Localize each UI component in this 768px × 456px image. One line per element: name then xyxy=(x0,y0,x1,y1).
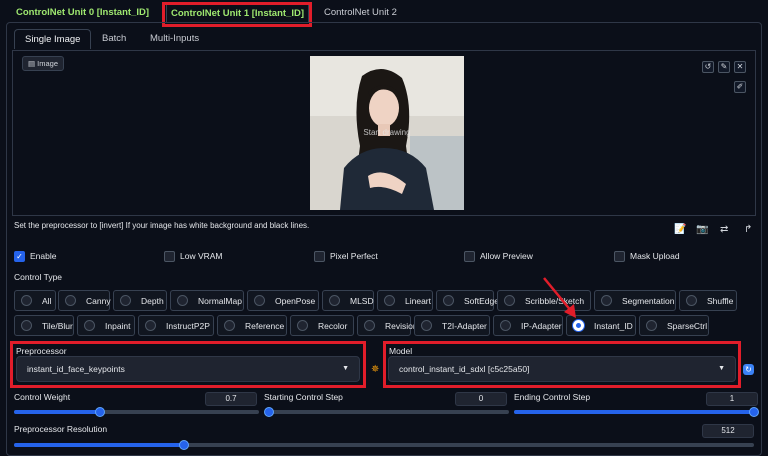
radio-icon xyxy=(601,295,612,306)
allow-preview-label: Allow Preview xyxy=(480,251,533,261)
camera-icon[interactable]: 📷 xyxy=(696,224,708,235)
radio-icon xyxy=(364,320,375,331)
image-label: ▤ Image xyxy=(22,56,65,71)
brush-icon[interactable]: ✐ xyxy=(734,81,746,93)
tab-unit-2[interactable]: ControlNet Unit 2 xyxy=(320,4,401,22)
control-weight-input[interactable]: 0.7 xyxy=(205,392,257,406)
control-type-openpose[interactable]: OpenPose xyxy=(247,290,319,311)
highlight-box-preprocessor xyxy=(10,341,366,388)
starting-step-label: Starting Control Step xyxy=(264,392,343,402)
control-type-tile-blur[interactable]: Tile/Blur xyxy=(14,315,74,336)
edit-icon[interactable]: ✎ xyxy=(718,61,730,73)
radio-icon xyxy=(120,295,131,306)
radio-icon xyxy=(297,320,308,331)
control-type-instructp2p[interactable]: InstructP2P xyxy=(138,315,214,336)
pixel-perfect-checkbox[interactable] xyxy=(314,251,325,262)
close-icon[interactable]: ✕ xyxy=(734,61,746,73)
low-vram-label: Low VRAM xyxy=(180,251,223,261)
invert-hint: Set the preprocessor to [invert] If your… xyxy=(14,221,310,230)
control-type-all[interactable]: All xyxy=(14,290,56,311)
mask-upload-label: Mask Upload xyxy=(630,251,680,261)
refresh-icon[interactable]: ↻ xyxy=(743,364,754,375)
radio-icon xyxy=(21,295,32,306)
radio-icon xyxy=(65,295,76,306)
radio-icon xyxy=(254,295,265,306)
tab-multi-inputs[interactable]: Multi-Inputs xyxy=(140,29,209,49)
radio-icon xyxy=(145,320,156,331)
run-preprocessor-icon[interactable]: ✵ xyxy=(371,364,379,375)
radio-icon xyxy=(500,320,511,331)
enable-label: Enable xyxy=(30,251,57,261)
pixel-perfect-label: Pixel Perfect xyxy=(330,251,378,261)
control-type-reference[interactable]: Reference xyxy=(217,315,287,336)
radio-icon xyxy=(177,295,188,306)
control-type-normalmap[interactable]: NormalMap xyxy=(170,290,244,311)
control-type-depth[interactable]: Depth xyxy=(113,290,167,311)
control-type-t2i-adapter[interactable]: T2I-Adapter xyxy=(414,315,490,336)
control-type-lineart[interactable]: Lineart xyxy=(377,290,433,311)
highlight-box-model xyxy=(383,341,741,388)
image-icon: ▤ xyxy=(28,59,38,68)
tab-single-image[interactable]: Single Image xyxy=(14,29,92,49)
slider-thumb[interactable] xyxy=(749,407,759,417)
preprocessor-resolution-input[interactable]: 512 xyxy=(702,424,754,438)
radio-icon xyxy=(224,320,235,331)
starting-step-slider[interactable] xyxy=(264,407,509,417)
ending-step-slider[interactable] xyxy=(514,407,759,417)
control-type-softedge[interactable]: SoftEdge xyxy=(436,290,499,311)
radio-icon xyxy=(329,295,340,306)
red-arrow-annotation xyxy=(543,277,576,318)
radio-icon xyxy=(504,295,515,306)
ending-step-input[interactable]: 1 xyxy=(706,392,758,406)
notepad-icon[interactable]: 📝 xyxy=(674,224,686,235)
tab-batch[interactable]: Batch xyxy=(92,29,136,49)
allow-preview-checkbox[interactable] xyxy=(464,251,475,262)
control-type-segmentation[interactable]: Segmentation xyxy=(594,290,676,311)
slider-thumb[interactable] xyxy=(264,407,274,417)
control-type-label: Control Type xyxy=(14,272,63,282)
control-weight-slider[interactable] xyxy=(14,407,259,417)
ending-step-label: Ending Control Step xyxy=(514,392,591,402)
control-type-revision[interactable]: Revision xyxy=(357,315,418,336)
radio-icon xyxy=(84,320,95,331)
slider-thumb[interactable] xyxy=(94,407,105,417)
control-type-recolor[interactable]: Recolor xyxy=(290,315,354,336)
control-weight-label: Control Weight xyxy=(14,392,71,402)
control-type-shuffle[interactable]: Shuffle xyxy=(679,290,737,311)
radio-icon xyxy=(646,320,657,331)
swap-icon[interactable]: ⇄ xyxy=(720,224,728,235)
control-type-sparsectrl[interactable]: SparseCtrl xyxy=(639,315,709,336)
control-type-canny[interactable]: Canny xyxy=(58,290,111,311)
control-type-inpaint[interactable]: Inpaint xyxy=(77,315,135,336)
starting-step-input[interactable]: 0 xyxy=(455,392,507,406)
preprocessor-resolution-label: Preprocessor Resolution xyxy=(14,424,108,434)
radio-icon xyxy=(443,295,454,306)
control-type-mlsd[interactable]: MLSD xyxy=(322,290,374,311)
enable-checkbox[interactable]: ✓ xyxy=(14,251,25,262)
preprocessor-resolution-slider[interactable] xyxy=(14,440,754,450)
tab-unit-0[interactable]: ControlNet Unit 0 [Instant_ID] xyxy=(12,4,153,22)
radio-icon xyxy=(421,320,432,331)
radio-icon xyxy=(686,295,697,306)
radio-icon xyxy=(21,320,32,331)
low-vram-checkbox[interactable] xyxy=(164,251,175,262)
start-drawing-overlay: Start drawing xyxy=(363,128,411,137)
radio-icon xyxy=(384,295,395,306)
mask-upload-checkbox[interactable] xyxy=(614,251,625,262)
send-dimensions-icon[interactable]: ↱ xyxy=(744,224,752,235)
undo-icon[interactable]: ↺ xyxy=(702,61,714,73)
